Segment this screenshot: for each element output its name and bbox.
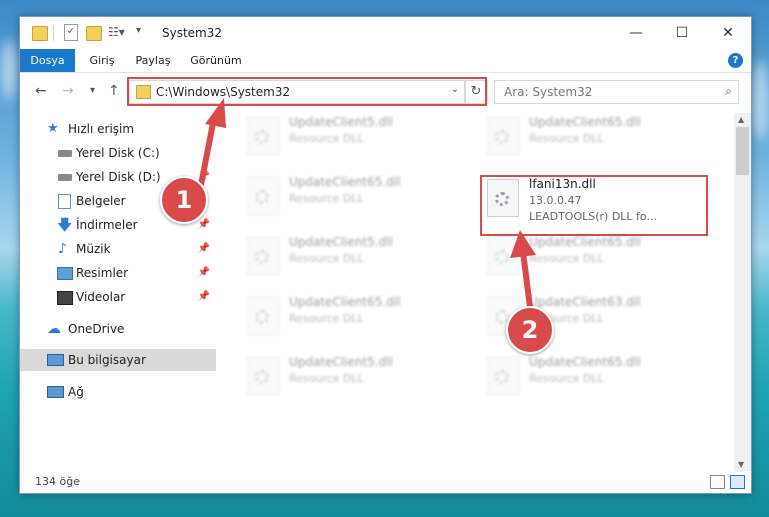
step-2-badge: 2 [506,306,554,354]
arrow-1-line [197,117,217,191]
step-1-badge: 1 [160,176,208,224]
arrow-1-head [205,98,226,128]
annotation-arrows [197,98,536,316]
arrow-2-head [510,230,536,258]
